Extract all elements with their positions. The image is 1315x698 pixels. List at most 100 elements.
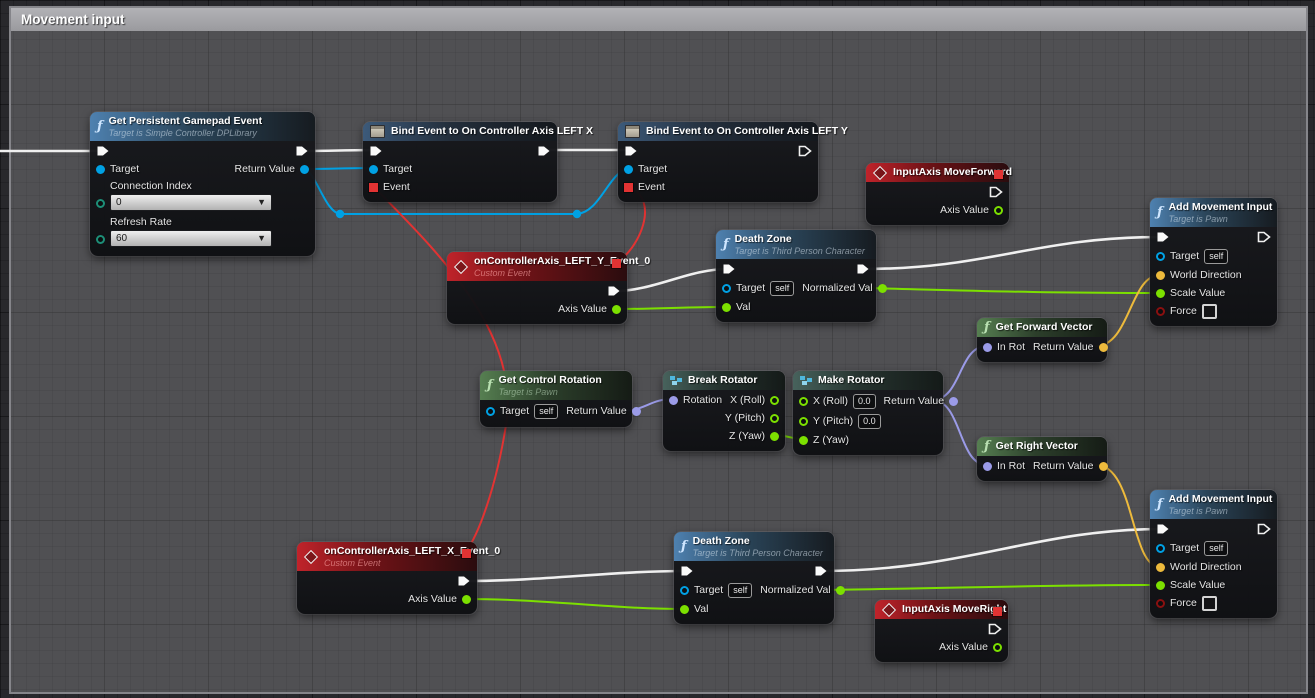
in-rot-pin[interactable] (983, 343, 992, 352)
node-break-rotator[interactable]: Break RotatorRotationX (Roll)Y (Pitch)Z … (663, 371, 785, 451)
exec-in-pin[interactable] (369, 145, 383, 157)
exec-in-pin[interactable] (624, 145, 638, 157)
connection-index-pin[interactable] (96, 199, 105, 208)
node-add-movement-input-2[interactable]: ƒAdd Movement InputTarget is PawnTargets… (1150, 490, 1277, 618)
exec-in-pin[interactable] (96, 145, 110, 157)
node-make-rotator[interactable]: Make RotatorX (Roll)0.0Return ValueY (Pi… (793, 371, 943, 455)
exec-out-pin[interactable] (295, 145, 309, 157)
node-inputaxis-moveforward[interactable]: InputAxis MoveForwardAxis Value (866, 163, 1009, 225)
node-death-zone-2[interactable]: ƒDeath ZoneTarget is Third Person Charac… (674, 532, 834, 624)
return-value-pin[interactable] (632, 407, 641, 416)
node-title: Add Movement Input (1169, 201, 1273, 214)
node-bind-event-on-controller-axis-left-y[interactable]: Bind Event to On Controller Axis LEFT YT… (618, 122, 818, 202)
node-get-right-vector[interactable]: ƒGet Right VectorIn RotReturn Value (977, 437, 1107, 481)
target-pin[interactable] (624, 165, 633, 174)
x-roll-pin[interactable] (799, 397, 808, 406)
comment-title[interactable]: Movement input (11, 8, 1306, 31)
pin-label: Val (736, 301, 750, 313)
exec-in-pin[interactable] (680, 565, 694, 577)
axis-value-pin[interactable] (994, 206, 1003, 215)
pin-label: Connection Index (110, 180, 272, 192)
target-pin[interactable] (722, 284, 731, 293)
node-death-zone-1[interactable]: ƒDeath ZoneTarget is Third Person Charac… (716, 230, 876, 322)
exec-out-pin[interactable] (1257, 231, 1271, 243)
node-get-persistent-gamepad-event[interactable]: ƒGet Persistent Gamepad EventTarget is S… (90, 112, 315, 256)
axis-value-pin[interactable] (612, 305, 621, 314)
z-yaw-pin[interactable] (770, 432, 779, 441)
node-subtitle: Target is Simple Controller DPLibrary (109, 128, 262, 139)
exec-out-pin[interactable] (798, 145, 812, 157)
node-bind-event-on-controller-axis-left-x[interactable]: Bind Event to On Controller Axis LEFT XT… (363, 122, 557, 202)
event-pin[interactable] (369, 183, 378, 192)
target-pin[interactable] (486, 407, 495, 416)
force-checkbox[interactable] (1202, 304, 1217, 319)
scale-value-pin[interactable] (1156, 289, 1165, 298)
node-subtitle: Target is Pawn (499, 387, 602, 398)
exec-out-pin[interactable] (457, 575, 471, 587)
exec-out-pin[interactable] (1257, 523, 1271, 535)
exec-out-pin[interactable] (988, 623, 1002, 635)
z-yaw-pin[interactable] (799, 436, 808, 445)
node-add-movement-input-1[interactable]: ƒAdd Movement InputTarget is PawnTargets… (1150, 198, 1277, 326)
target-pin[interactable] (1156, 544, 1165, 553)
return-value-pin[interactable] (949, 397, 958, 406)
delegate-pin[interactable] (612, 259, 621, 268)
target-pin[interactable] (1156, 252, 1165, 261)
x-roll-value-input[interactable]: 0.0 (853, 394, 876, 409)
node-oncontrolleraxis-left-y-event-0[interactable]: onControllerAxis_LEFT_Y_Event_0Custom Ev… (447, 252, 627, 324)
return-value-pin[interactable] (1099, 462, 1108, 471)
exec-out-pin[interactable] (537, 145, 551, 157)
y-pitch-value-input[interactable]: 0.0 (858, 414, 881, 429)
delegate-pin[interactable] (462, 549, 471, 558)
connection-index-dropdown[interactable]: 0▼ (110, 194, 272, 211)
exec-out-pin[interactable] (989, 186, 1003, 198)
pin-label: Force (1170, 305, 1197, 317)
exec-out-pin[interactable] (607, 285, 621, 297)
refresh-rate-dropdown[interactable]: 60▼ (110, 230, 272, 247)
force-pin[interactable] (1156, 599, 1165, 608)
node-oncontrolleraxis-left-x-event-0[interactable]: onControllerAxis_LEFT_X_Event_0Custom Ev… (297, 542, 477, 614)
exec-in-pin[interactable] (722, 263, 736, 275)
normalized-val-pin[interactable] (878, 284, 887, 293)
rotation-pin[interactable] (669, 396, 678, 405)
return-value-pin[interactable] (300, 165, 309, 174)
world-direction-pin[interactable] (1156, 271, 1165, 280)
pin-label: Normalized Val (760, 584, 830, 596)
return-value-pin[interactable] (1099, 343, 1108, 352)
node-inputaxis-moveright[interactable]: InputAxis MoveRightAxis Value (875, 600, 1008, 662)
pin-label: Refresh Rate (110, 216, 272, 228)
target-pin[interactable] (369, 165, 378, 174)
pin-label: Target (383, 163, 412, 175)
y-pitch-pin[interactable] (799, 417, 808, 426)
scale-value-pin[interactable] (1156, 581, 1165, 590)
graph-canvas[interactable]: Movement input ƒGet Persistent Gamepad E… (0, 0, 1315, 698)
node-get-forward-vector[interactable]: ƒGet Forward VectorIn RotReturn Value (977, 318, 1107, 362)
pin-label: Z (Yaw) (813, 434, 849, 446)
force-checkbox[interactable] (1202, 596, 1217, 611)
delegate-pin[interactable] (993, 607, 1002, 616)
y-pitch-pin[interactable] (770, 414, 779, 423)
exec-in-pin[interactable] (1156, 523, 1170, 535)
pin-label: Return Value (884, 395, 945, 407)
exec-out-pin[interactable] (814, 565, 828, 577)
in-rot-pin[interactable] (983, 462, 992, 471)
exec-in-pin[interactable] (1156, 231, 1170, 243)
node-title: Bind Event to On Controller Axis LEFT Y (646, 125, 848, 138)
force-pin[interactable] (1156, 307, 1165, 316)
axis-value-pin[interactable] (993, 643, 1002, 652)
delegate-pin[interactable] (994, 170, 1003, 179)
world-direction-pin[interactable] (1156, 563, 1165, 572)
target-pin[interactable] (96, 165, 105, 174)
normalized-val-pin[interactable] (836, 586, 845, 595)
axis-value-pin[interactable] (462, 595, 471, 604)
target-pin[interactable] (680, 586, 689, 595)
node-get-control-rotation[interactable]: ƒGet Control RotationTarget is PawnTarge… (480, 371, 632, 427)
function-icon: ƒ (681, 540, 687, 553)
x-roll-pin[interactable] (770, 396, 779, 405)
event-pin[interactable] (624, 183, 633, 192)
pure-function-icon: ƒ (487, 379, 493, 392)
exec-out-pin[interactable] (856, 263, 870, 275)
refresh-rate-pin[interactable] (96, 235, 105, 244)
val-pin[interactable] (722, 303, 731, 312)
val-pin[interactable] (680, 605, 689, 614)
